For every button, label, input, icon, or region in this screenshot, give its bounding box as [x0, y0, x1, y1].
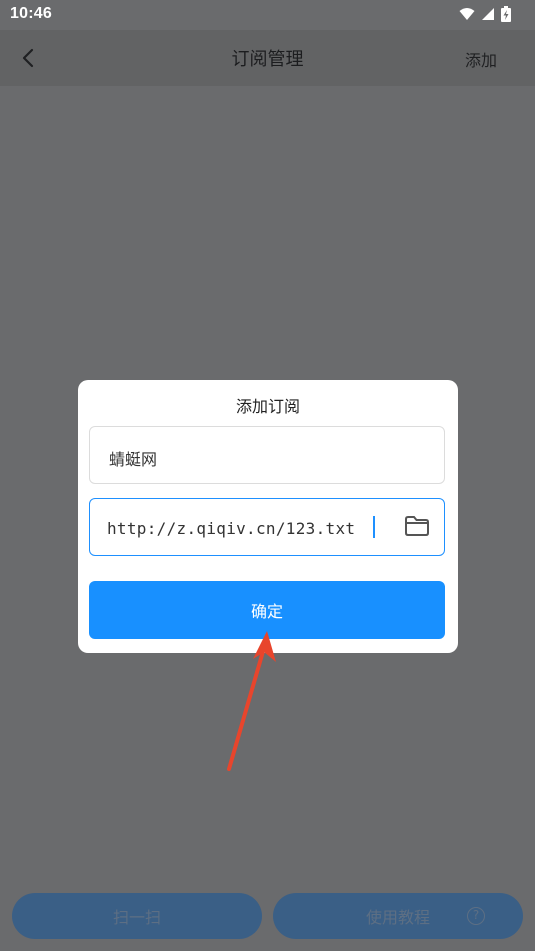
subscription-name-field[interactable]: 蜻蜓网: [89, 426, 445, 484]
signal-icon: [482, 8, 494, 20]
subscription-url-value: http://z.qiqiv.cn/123.txt: [107, 519, 356, 538]
add-subscription-dialog: 添加订阅 蜻蜓网 http://z.qiqiv.cn/123.txt 确定: [78, 380, 458, 653]
status-time: 10:46: [10, 5, 52, 22]
scan-button-label: 扫一扫: [112, 908, 161, 927]
confirm-button-label: 确定: [250, 602, 283, 621]
app-header: 订阅管理 添加: [0, 30, 535, 86]
status-icons: [459, 6, 511, 22]
battery-charging-icon: [501, 6, 511, 22]
subscription-url-field[interactable]: http://z.qiqiv.cn/123.txt: [89, 498, 445, 556]
header-add-button[interactable]: 添加: [465, 47, 497, 71]
help-button-label: 使用教程: [365, 908, 430, 927]
question-circle-icon: ?: [467, 907, 485, 925]
folder-icon: [405, 516, 429, 536]
help-tutorial-button[interactable]: 使用教程 ?: [273, 893, 523, 939]
folder-picker-button[interactable]: [404, 515, 430, 539]
dialog-title: 添加订阅: [235, 397, 300, 416]
text-caret: [373, 516, 375, 538]
subscription-name-value: 蜻蜓网: [109, 450, 158, 469]
confirm-button[interactable]: 确定: [89, 581, 445, 639]
page-title: 订阅管理: [231, 49, 304, 70]
scan-button[interactable]: 扫一扫: [12, 893, 262, 939]
status-bar: 10:46: [0, 0, 535, 30]
wifi-icon: [459, 8, 475, 20]
